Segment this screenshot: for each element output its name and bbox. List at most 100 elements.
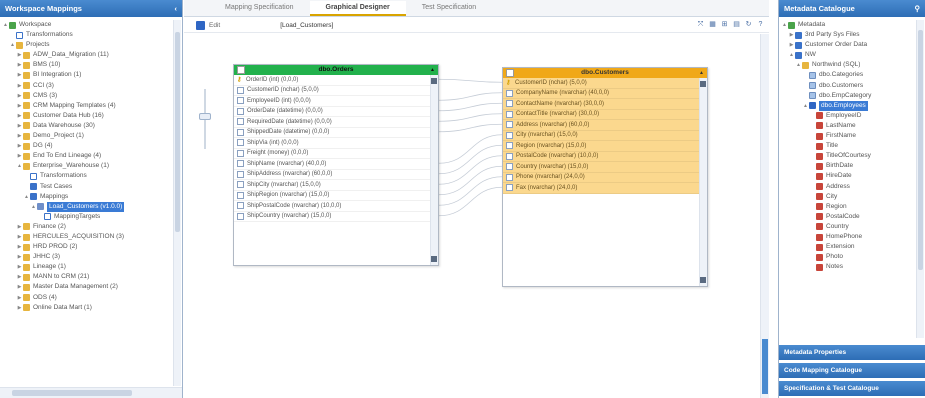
tree-item[interactable]: Transformations xyxy=(0,30,172,40)
export-icon[interactable]: ▤ xyxy=(732,20,741,29)
tree-item[interactable]: ▶ HRD PROD (2) xyxy=(0,242,172,252)
expand-toggle-icon[interactable]: ▲ xyxy=(9,40,16,50)
tree-item[interactable]: Extension xyxy=(779,242,915,252)
tree-item[interactable]: ▶ Lineage (1) xyxy=(0,262,172,272)
tree-item[interactable]: LastName xyxy=(779,121,915,131)
expand-toggle-icon[interactable]: ▲ xyxy=(23,192,30,202)
expand-toggle-icon[interactable]: ▶ xyxy=(16,81,23,91)
entity-field-row[interactable]: ShipCity (nvarchar) (15,0,0) xyxy=(234,180,438,191)
entity-field-row[interactable]: City (nvarchar) (15,0,0) xyxy=(503,130,707,141)
tree-item[interactable]: Country xyxy=(779,222,915,232)
expand-toggle-icon[interactable]: ▶ xyxy=(16,242,23,252)
tree-item[interactable]: dbo.EmpCategory xyxy=(779,91,915,101)
mapping-link-line[interactable] xyxy=(438,123,503,133)
designer-scrollbar[interactable] xyxy=(760,34,769,398)
entity-field-row[interactable]: RequiredDate (datetime) (0,0,0) xyxy=(234,117,438,128)
source-entity-orders[interactable]: dbo.Orders ▲ ⚷ OrderID (int) (0,0,0) Custo… xyxy=(233,64,439,266)
tab-mapping-specification[interactable]: Mapping Specification xyxy=(209,1,310,16)
tree-item[interactable]: ▲ dbo.Employees xyxy=(779,100,915,111)
tree-item[interactable]: ▶ Customer Data Hub (16) xyxy=(0,111,172,121)
entity-field-row[interactable]: Region (nvarchar) (15,0,0) xyxy=(503,141,707,152)
expand-toggle-icon[interactable]: ▶ xyxy=(16,91,23,101)
tree-item[interactable]: MappingTargets xyxy=(0,212,172,222)
expand-toggle-icon[interactable]: ▶ xyxy=(16,262,23,272)
left-tree-scrollbar[interactable] xyxy=(173,20,181,386)
entity-field-row[interactable]: ShipVia (int) (0,0,0) xyxy=(234,138,438,149)
tree-item[interactable]: TitleOfCourtesy xyxy=(779,151,915,161)
tree-item[interactable]: ▶ Demo_Project (1) xyxy=(0,131,172,141)
tree-item[interactable]: ▶ Customer Order Data xyxy=(779,40,915,50)
entity-field-row[interactable]: ContactName (nvarchar) (30,0,0) xyxy=(503,99,707,110)
tree-item[interactable]: ▲ Workspace xyxy=(0,20,172,30)
tab-test-specification[interactable]: Test Specification xyxy=(406,1,492,16)
tree-item[interactable]: PostalCode xyxy=(779,212,915,222)
tree-item[interactable]: dbo.Categories xyxy=(779,70,915,80)
expand-toggle-icon[interactable]: ▶ xyxy=(16,151,23,161)
tree-item[interactable]: ▶ Data Warehouse (30) xyxy=(0,121,172,131)
expand-toggle-icon[interactable]: ▲ xyxy=(788,50,795,60)
accordion-specification-test-catalogue[interactable]: Specification & Test Catalogue xyxy=(779,380,925,396)
entity-field-row[interactable]: ⚷ OrderID (int) (0,0,0) xyxy=(234,75,438,86)
entity-field-row[interactable]: ShipRegion (nvarchar) (15,0,0) xyxy=(234,191,438,201)
entity-field-row[interactable]: Address (nvarchar) (60,0,0) xyxy=(503,120,707,131)
tree-item[interactable]: City xyxy=(779,192,915,202)
expand-toggle-icon[interactable]: ▲ xyxy=(795,60,802,70)
entity-field-row[interactable]: CompanyName (nvarchar) (40,0,0) xyxy=(503,88,707,99)
tree-item[interactable]: ▶ HERCULES_ACQUISITION (3) xyxy=(0,232,172,242)
collapse-up-icon[interactable]: ▲ xyxy=(699,68,704,78)
tab-graphical-designer[interactable]: Graphical Designer xyxy=(309,1,406,16)
tree-item[interactable]: ▲ Enterprise_Warehouse (1) xyxy=(0,161,172,171)
entity-field-row[interactable]: ShipCountry (nvarchar) (15,0,0) xyxy=(234,212,438,222)
search-icon[interactable]: ⚲ xyxy=(915,4,921,13)
tree-item[interactable]: Photo xyxy=(779,252,915,262)
layout-icon[interactable]: ▦ xyxy=(708,20,717,29)
left-tree-hscrollbar[interactable] xyxy=(0,387,182,398)
tree-item[interactable]: ▶ CCI (3) xyxy=(0,81,172,91)
expand-toggle-icon[interactable]: ▶ xyxy=(16,141,23,151)
tree-item[interactable]: ▲ Mappings xyxy=(0,192,172,202)
help-icon[interactable]: ? xyxy=(756,20,765,29)
tree-item[interactable]: ▶ CRM Mapping Templates (4) xyxy=(0,101,172,111)
expand-toggle-icon[interactable]: ▶ xyxy=(16,131,23,141)
entity-field-row[interactable]: Country (nvarchar) (15,0,0) xyxy=(503,162,707,173)
entity-field-row[interactable]: ShipAddress (nvarchar) (60,0,0) xyxy=(234,170,438,180)
expand-toggle-icon[interactable]: ▶ xyxy=(16,111,23,121)
tree-item[interactable]: HireDate xyxy=(779,171,915,181)
tree-item[interactable]: ▶ Finance (2) xyxy=(0,222,172,232)
tree-item[interactable]: ▲ Load_Customers (v1.0.0) xyxy=(0,201,172,212)
tree-item[interactable]: ▶ JHHC (3) xyxy=(0,252,172,262)
tree-item[interactable]: ▶ Master Data Management (2) xyxy=(0,282,172,292)
expand-toggle-icon[interactable]: ▶ xyxy=(16,303,23,313)
expand-toggle-icon[interactable]: ▶ xyxy=(16,121,23,131)
tree-item[interactable]: dbo.Customers xyxy=(779,81,915,91)
scroll-down-icon[interactable] xyxy=(700,277,706,283)
entity-field-row[interactable]: CustomerID (nchar) (5,0,0) xyxy=(234,86,438,96)
edit-icon[interactable] xyxy=(196,20,205,30)
expand-toggle-icon[interactable]: ▶ xyxy=(16,282,23,292)
entity-field-row[interactable]: OrderDate (datetime) (0,0,0) xyxy=(234,107,438,117)
expand-toggle-icon[interactable]: ▶ xyxy=(788,30,795,40)
toolbar-edit-label[interactable]: Edit xyxy=(209,22,220,29)
tree-item[interactable]: Test Cases xyxy=(0,182,172,192)
entity-field-row[interactable]: Freight (money) (0,0,0) xyxy=(234,149,438,159)
expand-toggle-icon[interactable]: ▶ xyxy=(16,272,23,282)
tree-item[interactable]: ▶ BI Integration (1) xyxy=(0,70,172,80)
entity-field-row[interactable]: PostalCode (nvarchar) (10,0,0) xyxy=(503,151,707,162)
expand-toggle-icon[interactable]: ▶ xyxy=(788,40,795,50)
target-entity-customers[interactable]: dbo.Customers ▲ ⚷ CustomerID (nchar) (5,0… xyxy=(502,67,708,287)
expand-toggle-icon[interactable]: ▶ xyxy=(16,232,23,242)
tree-item[interactable]: ▲ Projects xyxy=(0,40,172,50)
tree-item[interactable]: EmployeeID xyxy=(779,111,915,121)
customers-header[interactable]: dbo.Customers ▲ xyxy=(503,68,707,78)
collapse-up-icon[interactable]: ▲ xyxy=(430,65,435,75)
expand-icon[interactable]: ⤧ xyxy=(696,20,705,29)
tree-item[interactable]: ▶ DG (4) xyxy=(0,141,172,151)
expand-toggle-icon[interactable]: ▲ xyxy=(16,161,23,171)
accordion-metadata-properties[interactable]: Metadata Properties xyxy=(779,344,925,360)
tree-item[interactable]: ▶ MANN to CRM (21) xyxy=(0,272,172,282)
fit-icon[interactable]: ⊞ xyxy=(720,20,729,29)
expand-toggle-icon[interactable]: ▲ xyxy=(781,20,788,30)
refresh-icon[interactable]: ↻ xyxy=(744,20,753,29)
scroll-up-icon[interactable] xyxy=(700,81,706,87)
orders-scrollbar[interactable] xyxy=(430,75,438,265)
